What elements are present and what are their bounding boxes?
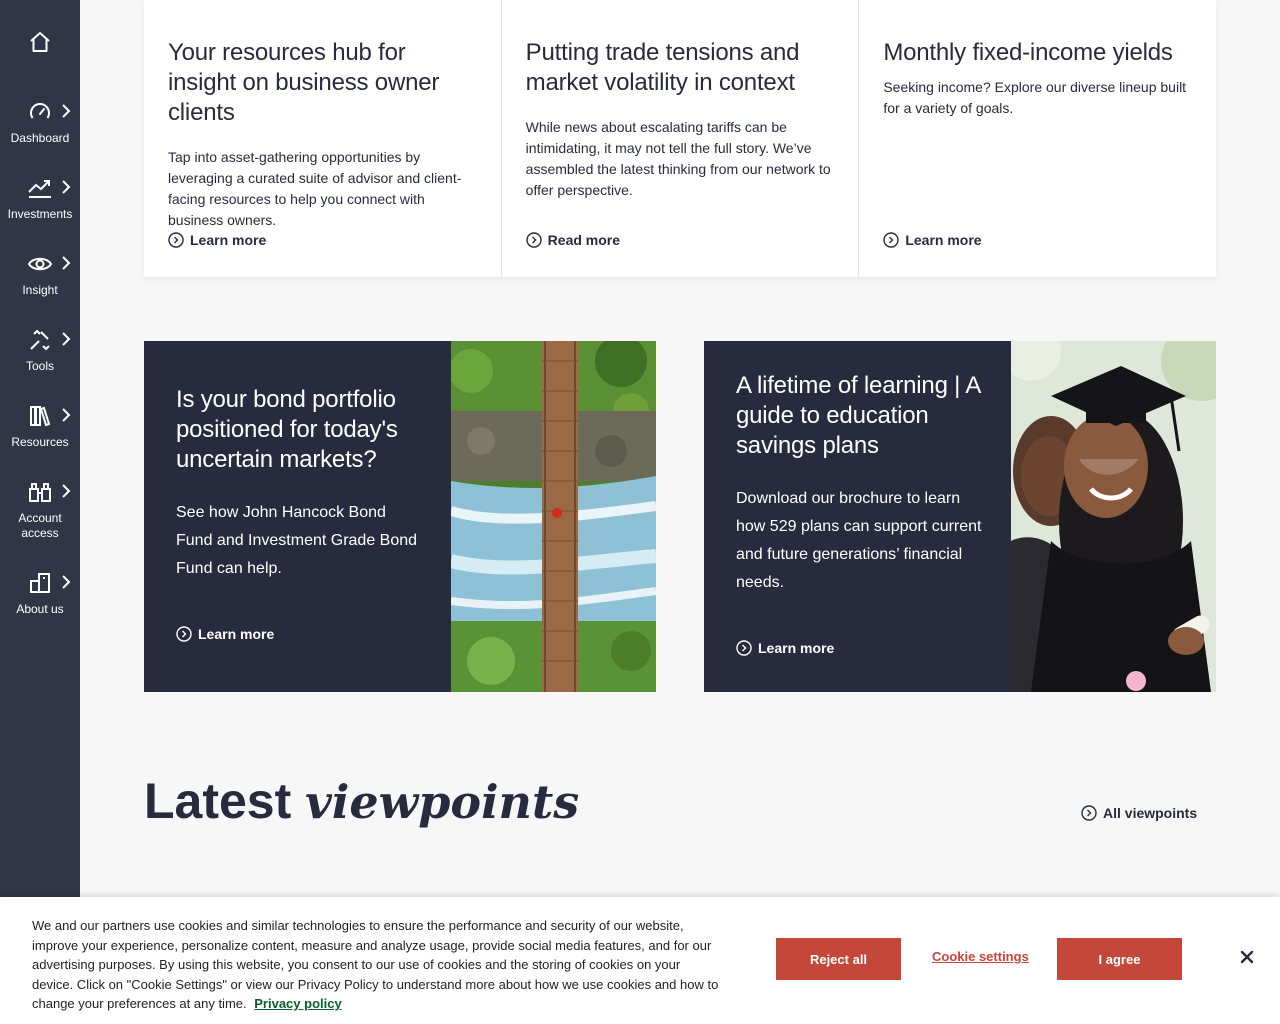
arrow-circle-icon bbox=[883, 232, 900, 248]
privacy-policy-link[interactable]: Privacy policy bbox=[254, 996, 341, 1011]
chevron-right-icon bbox=[62, 104, 71, 118]
chevron-right-icon bbox=[62, 575, 71, 589]
feature-card: Your resources hub for insight on busine… bbox=[144, 0, 502, 277]
agree-button[interactable]: I agree bbox=[1057, 938, 1182, 980]
sidebar-item-label: Dashboard bbox=[10, 131, 70, 145]
learn-more-link[interactable]: Learn more bbox=[168, 232, 266, 248]
sidebar-item-investments[interactable]: Investments bbox=[0, 173, 80, 222]
sidebar-item-label: Investments bbox=[7, 207, 73, 221]
link-label: Learn more bbox=[905, 232, 982, 248]
feature-card: Putting trade tensions and market volati… bbox=[502, 0, 860, 277]
chevron-right-icon bbox=[62, 332, 71, 346]
cookie-text: We and our partners use cookies and simi… bbox=[32, 918, 719, 1011]
sidebar-item-account-access[interactable]: Account access bbox=[0, 477, 80, 541]
sidebar: Dashboard Investments Insight Tools Reso… bbox=[0, 0, 80, 1024]
learn-more-link[interactable]: Learn more bbox=[736, 640, 834, 656]
sidebar-item-label: Tools bbox=[25, 359, 54, 373]
home-icon bbox=[30, 32, 50, 52]
sidebar-item-label: About us bbox=[16, 602, 64, 616]
arrow-circle-icon bbox=[168, 232, 184, 248]
arrow-circle-icon bbox=[176, 626, 192, 642]
promo-title: Is your bond portfolio positioned for to… bbox=[176, 386, 398, 473]
building-icon bbox=[30, 573, 50, 593]
sidebar-item-label: Insight bbox=[22, 283, 58, 297]
promo-card-bond: Is your bond portfolio positioned for to… bbox=[144, 341, 656, 692]
trend-icon bbox=[28, 180, 51, 198]
chevron-right-icon bbox=[62, 408, 71, 422]
sidebar-item-label: Resources bbox=[11, 435, 69, 449]
chevron-right-icon bbox=[62, 256, 71, 270]
sidebar-item-tools[interactable]: Tools bbox=[0, 325, 80, 374]
learn-more-link[interactable]: Learn more bbox=[883, 232, 982, 248]
gauge-icon bbox=[30, 103, 50, 119]
arrow-circle-icon bbox=[525, 232, 542, 248]
arrow-circle-icon bbox=[1081, 805, 1097, 821]
read-more-link[interactable]: Read more bbox=[525, 232, 621, 248]
card-title: Putting trade tensions and market volati… bbox=[525, 39, 800, 96]
sidebar-item-about-us[interactable]: About us bbox=[0, 568, 80, 617]
close-icon[interactable] bbox=[1238, 948, 1256, 966]
promo-card-education: A lifetime of learning | A guide to educ… bbox=[704, 341, 1216, 692]
cookie-message: We and our partners use cookies and simi… bbox=[32, 916, 722, 1014]
graduate-photo bbox=[1011, 341, 1216, 692]
eye-icon bbox=[27, 257, 53, 271]
cookie-banner: We and our partners use cookies and simi… bbox=[0, 897, 1280, 1024]
heading-plain: Latest bbox=[144, 773, 292, 829]
sidebar-item-insight[interactable]: Insight bbox=[0, 249, 80, 298]
card-title: Monthly fixed-income yields bbox=[883, 39, 1173, 66]
all-viewpoints-link[interactable]: All viewpoints bbox=[1081, 805, 1197, 821]
learn-more-link[interactable]: Learn more bbox=[176, 626, 274, 642]
sidebar-item-label: Account access bbox=[18, 511, 62, 540]
card-body: While news about escalating tariffs can … bbox=[525, 119, 831, 198]
chevron-right-icon bbox=[62, 180, 71, 194]
feature-cards: Your resources hub for insight on busine… bbox=[144, 0, 1216, 277]
feature-card: Monthly fixed-income yields Seeking inco… bbox=[859, 0, 1216, 277]
arrow-circle-icon bbox=[736, 640, 752, 656]
binoculars-icon bbox=[29, 483, 51, 502]
card-title: Your resources hub for insight on busine… bbox=[168, 39, 440, 126]
tools-icon bbox=[30, 329, 50, 351]
heading-italic: viewpoints bbox=[305, 775, 580, 829]
chevron-right-icon bbox=[62, 484, 71, 498]
promo-body: See how John Hancock Bond Fund and Inves… bbox=[176, 504, 418, 577]
bridge-river-image bbox=[451, 341, 656, 692]
latest-viewpoints-heading: Latest viewpoints bbox=[144, 772, 579, 830]
link-label: Read more bbox=[547, 232, 621, 248]
sidebar-item-dashboard[interactable]: Dashboard bbox=[0, 97, 80, 146]
books-icon bbox=[30, 406, 51, 427]
link-label: Learn more bbox=[758, 640, 835, 656]
card-body: Tap into asset-gathering opportunities b… bbox=[168, 149, 462, 228]
sidebar-item-resources[interactable]: Resources bbox=[0, 401, 80, 450]
promo-title: A lifetime of learning | A guide to educ… bbox=[736, 372, 980, 459]
reject-all-button[interactable]: Reject all bbox=[776, 938, 901, 980]
link-label: Learn more bbox=[190, 232, 267, 248]
card-body: Seeking income? Explore our diverse line… bbox=[883, 79, 1187, 116]
link-label: Learn more bbox=[198, 626, 275, 642]
link-label: All viewpoints bbox=[1103, 805, 1198, 821]
cookie-settings-link[interactable]: Cookie settings bbox=[932, 949, 1029, 964]
promo-body: Download our brochure to learn how 529 p… bbox=[736, 490, 982, 591]
home-button[interactable] bbox=[0, 22, 80, 62]
